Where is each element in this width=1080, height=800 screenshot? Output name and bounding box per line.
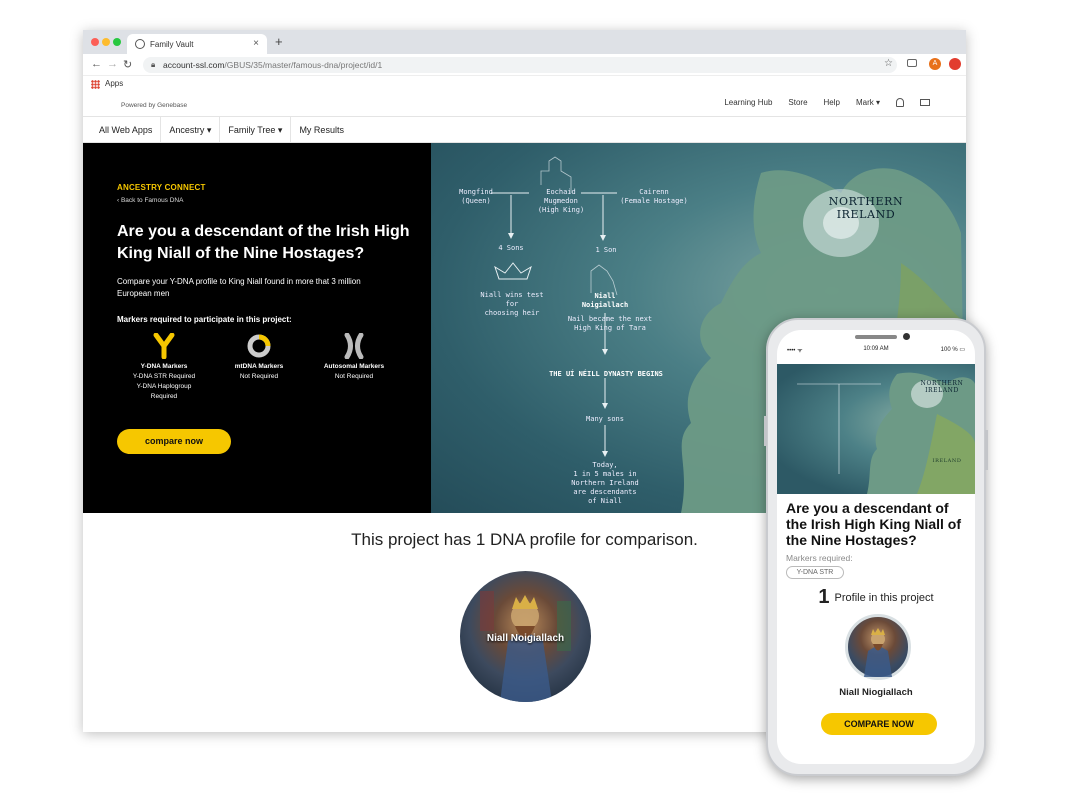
battery-icon: 100 % ▭ [940,347,965,353]
minimize-window-button[interactable] [102,38,110,46]
eochaid-label: Eochaid Mugmedon (High King) [537,188,585,214]
nav-all-web-apps[interactable]: All Web Apps [83,117,162,142]
profile-count-label: Profile in this project [834,591,934,604]
marker-line: Not Required [334,373,374,380]
crown-icon [494,262,532,280]
url-input[interactable]: 🔒︎ account-ssl.com/GBUS/35/master/famous… [143,57,897,73]
hero-headline: Are you a descendant of the Irish High K… [117,223,410,262]
globe-icon [135,39,145,49]
url-path: /GBUS/35/master/famous-dna/project/id/1 [224,60,383,70]
phone-profile-count: 1 Profile in this project [777,586,975,609]
phone-status-bar: •••• ᯤ 10:09 AM 100 % ▭ [777,346,975,358]
url-text: account-ssl.com/GBUS/35/master/famous-dn… [163,60,382,70]
nav-ancestry[interactable]: Ancestry ▾ [161,117,221,142]
phone-compare-now-button[interactable]: COMPARE NOW [821,713,937,735]
top-nav: Learning Hub Store Help Mark ▾ [724,98,930,107]
back-link[interactable]: ‹ Back to Famous DNA [117,197,183,204]
marker-pill: Y-DNA STR [786,566,844,579]
marker-line: Not Required [239,373,279,380]
niall-wins-label: Niall wins test for choosing heir [480,291,544,317]
cairenn-label: Cairenn (Female Hostage) [620,188,688,205]
compare-now-button[interactable]: compare now [117,429,231,454]
marker-ydna: Y-DNA Markers Y-DNA STR Required Y-DNA H… [119,332,209,402]
profile-count-number: 1 [818,586,830,608]
marker-line: Y-DNA STR Required [132,373,196,380]
close-tab-icon[interactable]: × [253,38,259,49]
bookmarks-bar: Apps [83,76,966,92]
niall-name-label: Niall Noigiallach [581,292,629,309]
phone-map-label: IRELAND [932,458,962,464]
bookmark-apps[interactable]: Apps [105,79,123,88]
section-kicker: ANCESTRY CONNECT [117,183,206,192]
nav-learning-hub[interactable]: Learning Hub [724,98,772,107]
bell-icon[interactable] [896,98,904,107]
back-arrow-icon[interactable]: ← [91,58,102,70]
profile-card-niall[interactable]: Niall Noigiallach [460,571,591,702]
close-window-button[interactable] [91,38,99,46]
marker-autosomal: Autosomal Markers Not Required [309,332,399,382]
nav-family-tree[interactable]: Family Tree ▾ [220,117,292,142]
main-nav: All Web Apps Ancestry ▾ Family Tree ▾ My… [83,116,966,143]
apps-grid-icon[interactable] [91,80,100,89]
lock-icon: 🔒︎ [151,60,156,69]
phone-speaker [855,335,897,339]
marker-title: mtDNA Markers [234,363,284,370]
profile-name: Niall Noigiallach [486,633,565,644]
mail-icon[interactable] [920,99,930,106]
marker-line: Y-DNA Haplogroup [136,383,192,390]
site-header: Powered by Genebase Learning Hub Store H… [83,92,966,116]
extension-avatar-icon[interactable]: A [929,58,941,70]
hero-subtext: Compare your Y-DNA profile to King Niall… [117,277,361,298]
address-bar-row: ← → ↻ 🔒︎ account-ssl.com/GBUS/35/master/… [83,54,966,76]
bookmark-star-icon[interactable]: ☆ [884,58,893,69]
one-son-label: 1 Son [595,246,617,254]
camera-icon[interactable] [907,59,917,67]
marker-title: Autosomal Markers [323,363,385,370]
map-title: NORTHERN IRELAND [821,195,911,221]
phone-map-title: NORTHERN IRELAND [920,380,964,394]
dynasty-label: THE UÍ NÉILL DYNASTY BEGINS [549,370,663,378]
markers-heading: Markers required to participate in this … [117,315,292,324]
phone-camera [903,333,910,340]
today-label: Today, 1 in 5 males in Northern Ireland … [571,461,639,505]
marker-title: Y-DNA Markers [140,363,188,370]
phone-headline: Are you a descendant of the Irish High K… [786,500,961,548]
mongfind-label: Mongfind (Queen) [459,188,493,205]
new-tab-button[interactable]: + [275,34,283,49]
niall-silhouette-icon [590,264,618,296]
marker-line: Required [150,393,178,400]
nav-help[interactable]: Help [824,98,840,107]
phone-volume-button [764,416,767,446]
extension-icon[interactable] [949,58,961,70]
tab-title: Family Vault [150,40,194,49]
map-title-text: NORTHERN IRELAND [828,195,904,221]
marker-mtdna: mtDNA Markers Not Required [214,333,304,382]
phone-power-button [985,430,988,470]
hero-text-panel: ANCESTRY CONNECT ‹ Back to Famous DNA Ar… [83,143,431,513]
many-sons-label: Many sons [586,415,624,423]
phone-markers-label: Markers required: [786,553,853,563]
phone-screen: •••• ᯤ 10:09 AM 100 % ▭ NORTHERN IRELAND… [777,330,975,764]
four-sons-label: 4 Sons [498,244,524,252]
phone-map-hero: NORTHERN IRELAND IRELAND [777,364,975,494]
forward-arrow-icon[interactable]: → [107,58,118,70]
y-dna-icon [119,332,209,360]
reload-icon[interactable]: ↻ [123,58,132,71]
niall-became-label: Nail became the next High King of Tara [567,315,653,332]
maximize-window-button[interactable] [113,38,121,46]
nav-store[interactable]: Store [788,98,807,107]
mtdna-ring-icon [214,333,304,359]
browser-tab[interactable]: Family Vault × [127,34,267,54]
x-chromosome-icon [309,332,399,360]
phone-portrait [864,628,892,677]
phone-mockup: •••• ᯤ 10:09 AM 100 % ▭ NORTHERN IRELAND… [764,318,988,776]
url-host: account-ssl.com [163,60,225,70]
tab-bar: Family Vault × + [83,30,966,54]
nav-my-results[interactable]: My Results [291,117,352,142]
phone-profile-avatar[interactable] [845,614,911,680]
phone-profile-name: Niall Niogiallach [839,687,913,698]
powered-by-label: Powered by Genebase [121,102,188,109]
nav-user-menu[interactable]: Mark ▾ [856,98,880,107]
